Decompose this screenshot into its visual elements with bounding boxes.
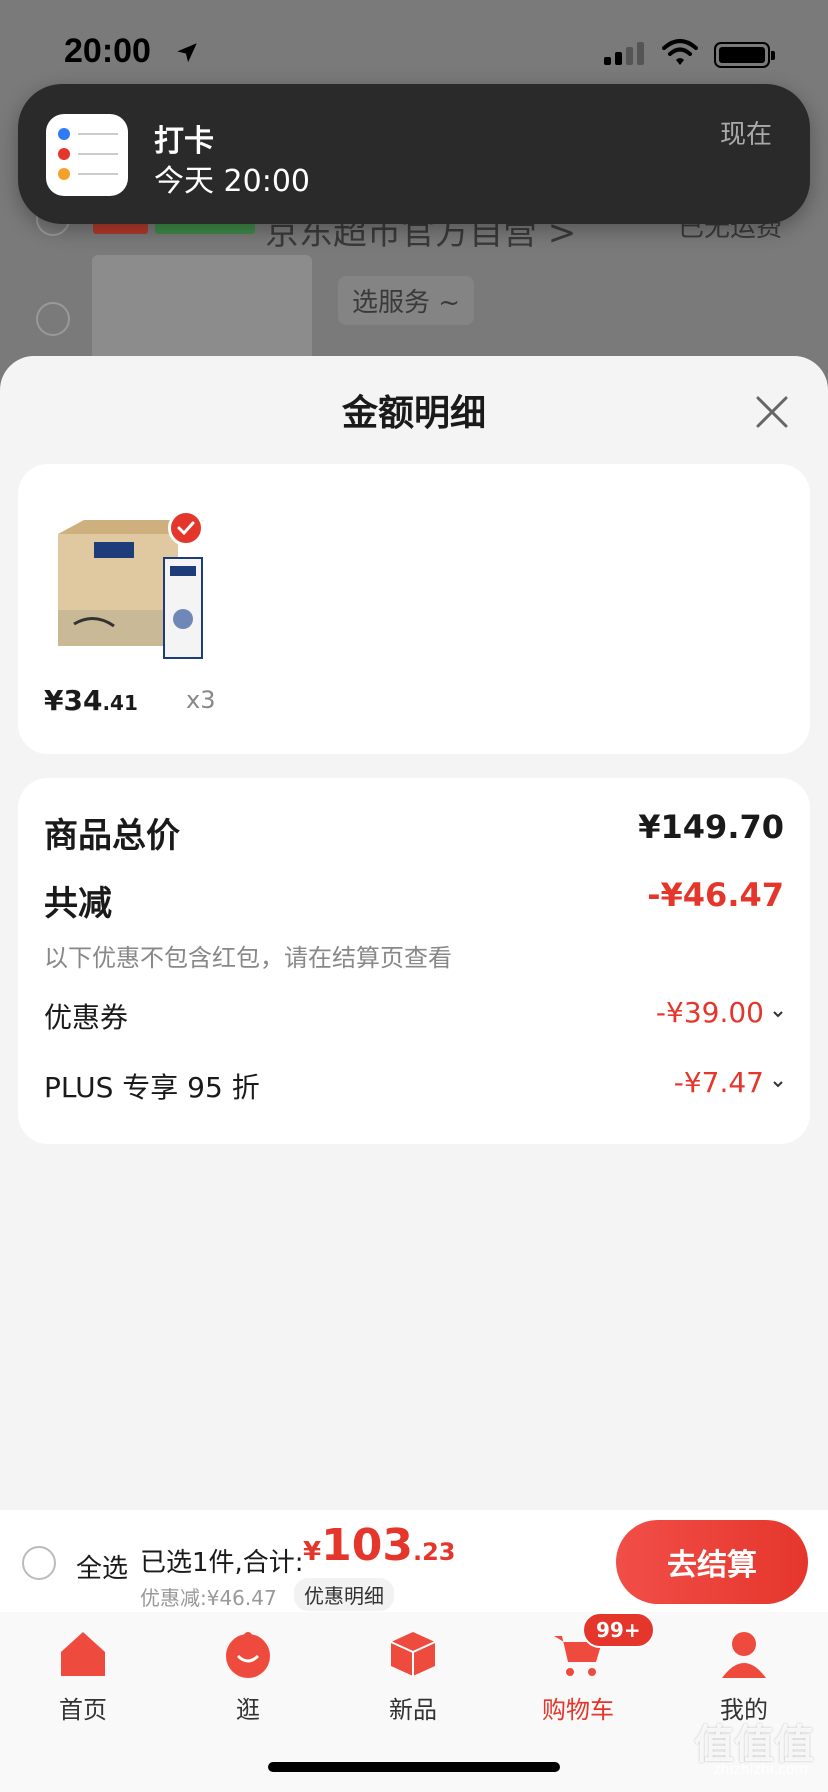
- total-amount: ¥103.23: [303, 1520, 456, 1571]
- background-product-image: [92, 255, 312, 360]
- plus-discount-label: PLUS 专享 95 折: [44, 1071, 260, 1104]
- sheet-title: 金额明细: [341, 393, 486, 434]
- chevron-down-icon: [773, 1011, 783, 1018]
- tab-new-products[interactable]: 新品: [353, 1628, 473, 1725]
- cart-count-badge: 99+: [582, 1612, 655, 1648]
- plus-discount-value: -¥7.47: [673, 1066, 764, 1099]
- reduction-label: 共减: [44, 884, 112, 924]
- checkmark-icon: [168, 510, 204, 546]
- total-price-label: 商品总价: [44, 816, 180, 856]
- tab-home[interactable]: 首页: [23, 1628, 143, 1725]
- price-breakdown-card: 商品总价 ¥149.70 共减 -¥46.47 以下优惠不包含红包，请在结算页查…: [18, 778, 810, 1144]
- select-all-label[interactable]: 全选: [76, 1548, 128, 1585]
- status-time: 20:00: [64, 32, 151, 70]
- product-quantity: x3: [186, 686, 216, 714]
- reminders-app-icon: [46, 114, 128, 196]
- notification-time: 现在: [719, 120, 772, 150]
- tab-label: 新品: [389, 1696, 437, 1724]
- notification-body: 今天 20:00: [154, 164, 310, 199]
- tab-stroll[interactable]: 逛: [188, 1628, 308, 1725]
- product-price: ¥34.41: [44, 684, 138, 717]
- tab-profile[interactable]: 我的: [684, 1628, 804, 1725]
- discount-summary: 优惠减:¥46.47: [140, 1586, 277, 1610]
- profile-icon: [722, 1632, 766, 1678]
- tab-label: 购物车: [542, 1696, 614, 1724]
- background-item-radio: [36, 302, 70, 336]
- location-arrow-icon: [177, 43, 197, 63]
- tab-label: 首页: [59, 1696, 107, 1724]
- home-icon: [61, 1632, 105, 1676]
- reduction-value: -¥46.47: [647, 876, 784, 914]
- chevron-down-icon: [773, 1081, 783, 1088]
- background-service-select: 选服务 ~: [338, 276, 475, 325]
- selected-count-text: 已选1件,合计:: [140, 1548, 304, 1578]
- watermark-url: zhizhizhi.com: [713, 1762, 808, 1778]
- wifi-icon: [662, 39, 698, 65]
- checkout-bar: 全选 已选1件,合计: ¥103.23 优惠减:¥46.47 优惠明细 去结算: [0, 1510, 828, 1612]
- total-price-value: ¥149.70: [638, 808, 784, 846]
- battery-icon: [714, 42, 775, 68]
- reminder-notification[interactable]: 打卡 今天 20:00 现在: [18, 84, 810, 224]
- select-all-radio[interactable]: [22, 1546, 56, 1580]
- selected-goods-card: ¥34.41 x3: [18, 464, 810, 754]
- home-indicator[interactable]: [268, 1762, 560, 1772]
- coupon-label: 优惠券: [44, 1001, 129, 1034]
- close-icon[interactable]: [752, 392, 792, 432]
- reduction-note: 以下优惠不包含红包，请在结算页查看: [44, 944, 452, 972]
- discount-detail-link[interactable]: 优惠明细: [294, 1578, 394, 1611]
- notification-title: 打卡: [154, 124, 214, 159]
- tab-label: 逛: [236, 1696, 260, 1724]
- stroll-icon: [226, 1632, 270, 1678]
- coupon-value: -¥39.00: [655, 996, 764, 1029]
- cellular-signal-icon: [604, 42, 644, 65]
- checkout-button[interactable]: 去结算: [616, 1520, 808, 1604]
- new-products-icon: [390, 1632, 436, 1676]
